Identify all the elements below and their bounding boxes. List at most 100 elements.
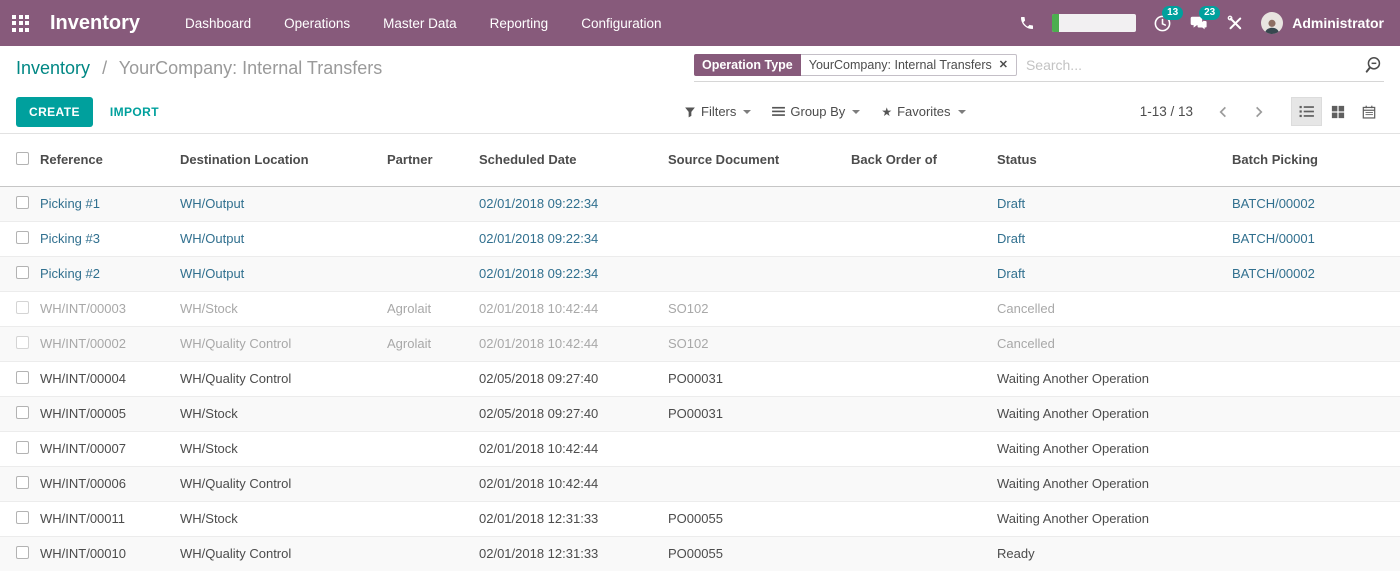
cell-back-order-of [851,501,997,536]
cell-partner [387,186,479,221]
column-header[interactable]: Partner [387,134,479,186]
pager-previous-button[interactable] [1213,101,1234,123]
nav-menu-item[interactable]: Reporting [490,16,549,31]
table-row[interactable]: WH/INT/00002 WH/Quality Control Agrolait… [0,326,1400,361]
user-avatar[interactable] [1261,12,1283,34]
row-checkbox[interactable] [16,336,29,349]
nav-menu-item[interactable]: Configuration [581,16,661,31]
apps-menu-icon[interactable] [12,15,29,32]
row-select-cell [0,466,40,501]
cell-destination-location: WH/Quality Control [180,466,387,501]
cell-scheduled-date: 02/01/2018 10:42:44 [479,291,668,326]
column-header[interactable]: Source Document [668,134,851,186]
phone-icon[interactable] [1019,15,1035,31]
cell-reference: Picking #2 [40,256,180,291]
row-select-cell [0,326,40,361]
breadcrumb-row: Inventory / YourCompany: Internal Transf… [0,46,1400,90]
table-row[interactable]: Picking #1 WH/Output 02/01/2018 09:22:34… [0,186,1400,221]
nav-menu-item[interactable]: Master Data [383,16,457,31]
cell-partner [387,361,479,396]
activity-clock-icon[interactable]: 13 [1153,14,1172,33]
cell-status: Waiting Another Operation [997,466,1232,501]
kanban-view-icon [1331,105,1345,119]
facet-remove-icon[interactable]: ✕ [999,60,1008,71]
row-checkbox[interactable] [16,196,29,209]
column-header[interactable]: Reference [40,134,180,186]
row-select-cell [0,501,40,536]
list-view-icon [1299,105,1314,118]
calendar-view-button[interactable] [1353,97,1384,126]
favorites-dropdown[interactable]: ★ Favorites [881,104,965,119]
column-header[interactable]: Scheduled Date [479,134,668,186]
column-header[interactable]: Destination Location [180,134,387,186]
table-row[interactable]: WH/INT/00007 WH/Stock 02/01/2018 10:42:4… [0,431,1400,466]
cell-partner [387,221,479,256]
tools-icon[interactable] [1226,14,1244,32]
nav-menu-item[interactable]: Dashboard [185,16,251,31]
table-row[interactable]: Picking #3 WH/Output 02/01/2018 09:22:34… [0,221,1400,256]
row-select-cell [0,536,40,571]
cell-scheduled-date: 02/05/2018 09:27:40 [479,361,668,396]
row-checkbox[interactable] [16,511,29,524]
filters-dropdown[interactable]: Filters [684,104,751,119]
table-row[interactable]: WH/INT/00011 WH/Stock 02/01/2018 12:31:3… [0,501,1400,536]
cell-reference: WH/INT/00007 [40,431,180,466]
message-count-badge: 23 [1199,6,1220,20]
cell-back-order-of [851,466,997,501]
cell-scheduled-date: 02/05/2018 09:27:40 [479,396,668,431]
cell-batch-picking: BATCH/00002 [1232,256,1400,291]
cell-reference: WH/INT/00003 [40,291,180,326]
row-checkbox[interactable] [16,441,29,454]
select-all-checkbox[interactable] [16,152,29,165]
row-checkbox[interactable] [16,231,29,244]
cell-destination-location: WH/Stock [180,431,387,466]
table-row[interactable]: WH/INT/00003 WH/Stock Agrolait 02/01/201… [0,291,1400,326]
cell-source-document [668,186,851,221]
cell-back-order-of [851,361,997,396]
table-row[interactable]: WH/INT/00004 WH/Quality Control 02/05/20… [0,361,1400,396]
cell-partner: Agrolait [387,291,479,326]
cell-back-order-of [851,396,997,431]
pager-next-button[interactable] [1248,101,1269,123]
user-name[interactable]: Administrator [1292,15,1384,31]
column-header[interactable]: Back Order of [851,134,997,186]
create-button[interactable]: CREATE [16,97,93,127]
row-checkbox[interactable] [16,266,29,279]
column-header[interactable]: Batch Picking [1232,134,1400,186]
table-row[interactable]: WH/INT/00005 WH/Stock 02/05/2018 09:27:4… [0,396,1400,431]
cell-source-document: PO00055 [668,501,851,536]
group-by-dropdown[interactable]: Group By [772,104,860,119]
cell-batch-picking: BATCH/00002 [1232,186,1400,221]
import-button[interactable]: IMPORT [110,105,159,119]
top-navbar: Inventory Dashboard Operations Master Da… [0,0,1400,46]
cell-reference: WH/INT/00004 [40,361,180,396]
timer-widget[interactable] [1052,14,1136,32]
table-row[interactable]: Picking #2 WH/Output 02/01/2018 09:22:34… [0,256,1400,291]
row-checkbox[interactable] [16,406,29,419]
timer-progress [1052,14,1059,32]
app-brand[interactable]: Inventory [50,12,140,35]
row-select-cell [0,431,40,466]
cell-reference: WH/INT/00011 [40,501,180,536]
cell-destination-location: WH/Output [180,186,387,221]
cell-destination-location: WH/Output [180,221,387,256]
cell-scheduled-date: 02/01/2018 12:31:33 [479,536,668,571]
breadcrumb-parent-link[interactable]: Inventory [16,58,90,78]
table-row[interactable]: WH/INT/00006 WH/Quality Control 02/01/20… [0,466,1400,501]
star-icon: ★ [881,105,892,119]
cell-scheduled-date: 02/01/2018 10:42:44 [479,431,668,466]
row-checkbox[interactable] [16,301,29,314]
messages-icon[interactable]: 23 [1189,14,1209,33]
nav-menu-item[interactable]: Operations [284,16,350,31]
search-input[interactable] [1017,57,1363,73]
cell-back-order-of [851,186,997,221]
kanban-view-button[interactable] [1322,97,1353,126]
row-checkbox[interactable] [16,546,29,559]
column-header[interactable]: Status [997,134,1232,186]
search-bar: Operation Type YourCompany: Internal Tra… [694,54,1384,83]
list-view-button[interactable] [1291,97,1322,126]
table-row[interactable]: WH/INT/00010 WH/Quality Control 02/01/20… [0,536,1400,571]
search-magnifier-icon[interactable] [1363,55,1384,76]
row-checkbox[interactable] [16,371,29,384]
row-checkbox[interactable] [16,476,29,489]
